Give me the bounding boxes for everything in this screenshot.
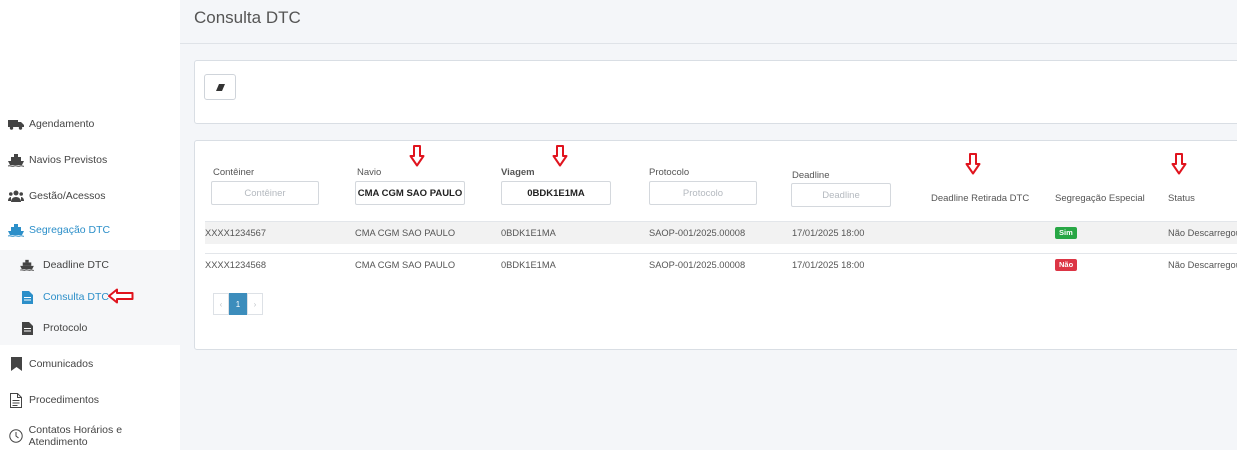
annotation-arrow-down-icon (552, 145, 568, 167)
bookmark-icon (8, 357, 24, 371)
eraser-icon (215, 83, 225, 91)
pagination: ‹ 1 › (213, 293, 263, 315)
cell-deadline: 17/01/2025 18:00 (792, 228, 865, 238)
cell-viagem: 0BDK1E1MA (501, 228, 556, 238)
sidebar-item-label: Contatos Horários e Atendimento (28, 424, 123, 448)
column-header-navio: Navio (357, 167, 382, 178)
clock-icon (8, 429, 24, 443)
cell-status: Não Descarregou (1168, 260, 1237, 270)
sidebar-item-label: Gestão/Acessos (29, 190, 106, 202)
column-header-deadline: Deadline (792, 170, 830, 181)
sidebar-item-gestao-acessos[interactable]: Gestão/Acessos (0, 181, 180, 211)
ship-icon (19, 258, 35, 272)
column-header-viagem: Viagem (501, 167, 535, 178)
cell-protocolo: SAOP-001/2025.00008 (649, 228, 746, 238)
annotation-arrow-left-icon (108, 288, 134, 304)
sidebar-item-navios-previstos[interactable]: Navios Previstos (0, 145, 180, 175)
sidebar-item-label: Procedimentos (29, 394, 100, 406)
annotation-arrow-down-icon (965, 153, 981, 175)
sidebar-item-deadline-dtc[interactable]: Deadline DTC (0, 250, 180, 280)
ship-icon (8, 153, 24, 167)
sidebar-item-label: Consulta DTC (43, 291, 109, 303)
sidebar-item-label: Protocolo (43, 322, 88, 334)
cell-status: Não Descarregou (1168, 228, 1237, 238)
navio-filter-input[interactable] (355, 181, 465, 205)
sidebar-item-contatos[interactable]: Contatos Horários e Atendimento (0, 421, 180, 451)
column-header-segregacao: Segregação Especial (1055, 193, 1145, 204)
sidebar-item-agendamento[interactable]: Agendamento (0, 109, 180, 139)
toolbar-card (194, 60, 1237, 124)
annotation-arrow-down-icon (1171, 153, 1187, 175)
pagination-next-button[interactable]: › (247, 293, 263, 315)
sidebar-item-label: Navios Previstos (29, 154, 108, 166)
viagem-filter-input[interactable] (501, 181, 611, 205)
column-header-status: Status (1168, 193, 1195, 204)
protocolo-filter-input[interactable] (649, 181, 757, 205)
conteiner-filter-input[interactable] (211, 181, 319, 205)
users-icon (8, 189, 24, 203)
sidebar-item-comunicados[interactable]: Comunicados (0, 349, 180, 379)
cell-conteiner: XXXX1234568 (205, 260, 266, 270)
page-header: Consulta DTC (180, 0, 1237, 44)
sidebar-item-label: Deadline DTC (43, 259, 109, 271)
sidebar-item-protocolo[interactable]: Protocolo (0, 313, 180, 343)
column-header-deadline-retirada: Deadline Retirada DTC (931, 193, 1030, 204)
cell-deadline: 17/01/2025 18:00 (792, 260, 865, 270)
cell-conteiner: XXXX1234567 (205, 228, 266, 238)
sidebar-item-segregacao-dtc[interactable]: Segregação DTC (0, 215, 180, 245)
file-icon (19, 290, 35, 304)
sidebar-item-label: Comunicados (29, 358, 94, 370)
ship-icon (8, 223, 24, 237)
cell-navio: CMA CGM SAO PAULO (355, 228, 456, 238)
status-badge: Sim (1055, 227, 1077, 239)
pagination-prev-button[interactable]: ‹ (213, 293, 229, 315)
cell-navio: CMA CGM SAO PAULO (355, 260, 456, 270)
status-badge: Não (1055, 259, 1078, 271)
cell-protocolo: SAOP-001/2025.00008 (649, 260, 746, 270)
deadline-filter-input[interactable] (791, 183, 891, 207)
clear-filters-button[interactable] (204, 74, 236, 100)
truck-icon (8, 117, 24, 131)
sidebar-item-consulta-dtc[interactable]: Consulta DTC (0, 282, 180, 312)
file-icon (19, 321, 35, 335)
table-row[interactable]: XXXX1234567 CMA CGM SAO PAULO 0BDK1E1MA … (205, 221, 1237, 244)
sidebar: Agendamento Navios Previstos Gestão/Aces… (0, 0, 181, 450)
sidebar-item-label: Agendamento (29, 118, 95, 130)
sidebar-item-procedimentos[interactable]: Procedimentos (0, 385, 180, 415)
document-icon (8, 392, 24, 408)
table-row[interactable]: XXXX1234568 CMA CGM SAO PAULO 0BDK1E1MA … (205, 253, 1237, 276)
column-header-conteiner: Contêiner (213, 167, 255, 178)
sidebar-item-label: Segregação DTC (29, 224, 111, 236)
cell-viagem: 0BDK1E1MA (501, 260, 556, 270)
column-header-protocolo: Protocolo (649, 167, 690, 178)
results-card: Contêiner Navio Viagem Protocolo Deadlin… (194, 140, 1237, 350)
annotation-arrow-down-icon (409, 145, 425, 167)
page-title: Consulta DTC (194, 8, 301, 27)
pagination-page-button[interactable]: 1 (229, 293, 247, 315)
main-content: Consulta DTC Contêiner Navio Viagem Prot… (180, 0, 1237, 450)
